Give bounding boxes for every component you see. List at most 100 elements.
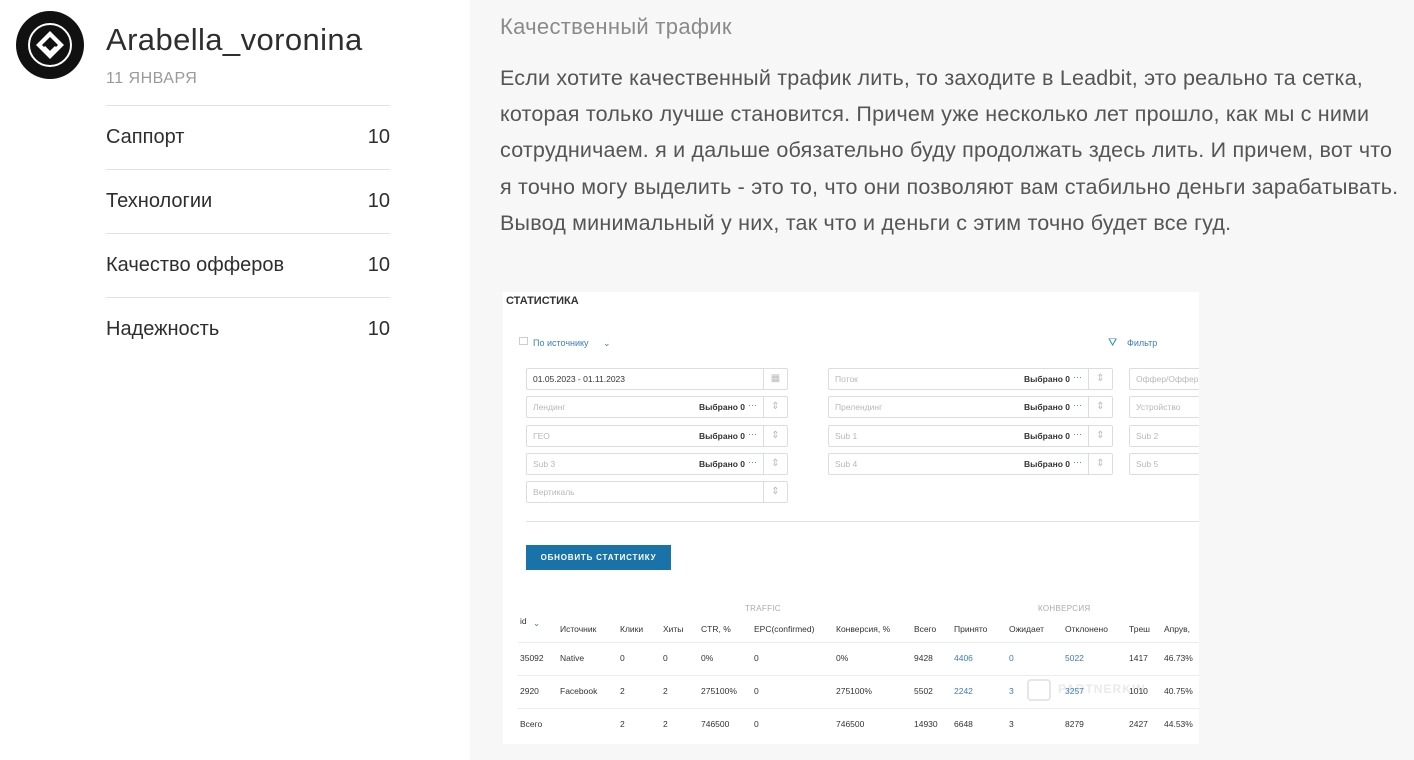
total-cell: 6648 [954, 719, 973, 729]
selected-count: Выбрано 0 [1024, 459, 1070, 469]
spinner-icon: ⇕ [763, 482, 787, 502]
column-header: Треш [1129, 624, 1150, 634]
username[interactable]: Arabella_voronina [106, 22, 363, 58]
calendar-icon: ▦ [763, 369, 787, 389]
rating-label: Качество офферов [106, 254, 285, 276]
sub2-field: Sub 2 [1129, 425, 1199, 447]
rating-value: 10 [367, 318, 390, 340]
field-placeholder: ГЕО [533, 431, 550, 441]
sub5-field: Sub 5 [1129, 453, 1199, 475]
spinner-icon: ⇕ [1088, 426, 1112, 446]
leadbit-logo-icon [28, 23, 72, 67]
rating-row-offer-quality: Качество офферов 10 [106, 233, 390, 297]
table-cell: 4406 [954, 653, 973, 663]
table-cell: 0 [620, 653, 625, 663]
total-cell: 746500 [836, 719, 865, 729]
table-cell: 275100% [836, 686, 872, 696]
total-cell: 44.53% [1164, 719, 1193, 729]
more-icon: ··· [1073, 457, 1082, 467]
total-cell: 14930 [914, 719, 938, 729]
stats-title: СТАТИСТИКА [506, 295, 579, 307]
rating-label: Надежность [106, 318, 220, 340]
more-icon: ··· [1073, 429, 1082, 439]
rating-value: 10 [367, 190, 390, 212]
table-cell: 275100% [701, 686, 737, 696]
review-content: Качественный трафик Если хотите качестве… [470, 0, 1414, 760]
more-icon: ··· [1073, 400, 1082, 410]
avatar[interactable] [16, 11, 84, 79]
table-cell: 5022 [1065, 653, 1084, 663]
table-cell: 9428 [914, 653, 933, 663]
table-cell: 3257 [1065, 686, 1084, 696]
rating-row-technology: Технологии 10 [106, 169, 390, 233]
sub1-field: Sub 1 Выбрано 0 ··· ⇕ [828, 425, 1113, 447]
field-placeholder: Вертикаль [533, 487, 575, 497]
field-placeholder: Устройство [1136, 402, 1181, 412]
conversion-group-header: КОНВЕРСИЯ [1038, 604, 1091, 613]
field-placeholder: Sub 1 [835, 431, 858, 441]
statistics-screenshot[interactable]: СТАТИСТИКА По источнику ⌄ ⛛ Фильтр 01.05… [503, 292, 1199, 744]
date-range-field: 01.05.2023 - 01.11.2023 ▦ [526, 368, 788, 390]
selected-count: Выбрано 0 [1024, 374, 1070, 384]
total-cell: 8279 [1065, 719, 1084, 729]
spinner-icon: ⇕ [1088, 397, 1112, 417]
field-placeholder: Sub 2 [1136, 431, 1159, 441]
total-cell: 3 [1009, 719, 1014, 729]
rating-value: 10 [367, 126, 390, 148]
table-cell: 3 [1009, 686, 1014, 696]
selected-count: Выбрано 0 [1024, 431, 1070, 441]
prelanding-field: Прелендинг Выбрано 0 ··· ⇕ [828, 396, 1113, 418]
ratings-list: Саппорт 10 Технологии 10 Качество офферо… [106, 105, 390, 361]
rating-label: Технологии [106, 190, 213, 212]
filter-icon: ⛛ [1108, 337, 1118, 349]
total-cell: 2427 [1129, 719, 1148, 729]
column-header: Ожидает [1009, 624, 1045, 634]
spinner-icon: ⇕ [763, 397, 787, 417]
rating-row-reliability: Надежность 10 [106, 297, 390, 361]
offer-field: Оффер/Оффер [1129, 368, 1199, 390]
column-header: CTR, % [701, 624, 731, 634]
table-cell: 46.73% [1164, 653, 1193, 663]
group-icon [519, 337, 528, 345]
table-cell: 0% [701, 653, 714, 663]
table-cell: 2242 [954, 686, 973, 696]
reviewer-panel: Arabella_voronina 11 ЯНВАРЯ Саппорт 10 Т… [0, 0, 470, 760]
watermark-logo-icon [1027, 679, 1051, 701]
column-header: EPC(confirmed) [754, 624, 815, 634]
selected-count: Выбрано 0 [1024, 402, 1070, 412]
sub4-field: Sub 4 Выбрано 0 ··· ⇕ [828, 453, 1113, 475]
sort-desc-icon: ⌄ [533, 618, 541, 628]
field-placeholder: Sub 4 [835, 459, 858, 469]
table-cell: 2 [620, 686, 625, 696]
landing-field: Лендинг Выбрано 0 ··· ⇕ [526, 396, 788, 418]
rating-value: 10 [367, 254, 390, 276]
filter-button: Фильтр [1127, 338, 1158, 348]
table-cell: 40.75% [1164, 686, 1193, 696]
spinner-icon: ⇕ [1088, 369, 1112, 389]
rating-label: Саппорт [106, 126, 185, 148]
field-placeholder: Sub 3 [533, 459, 556, 469]
more-icon: ··· [748, 457, 757, 467]
vertical-field: Вертикаль ⇕ [526, 481, 788, 503]
column-header: Апрув, [1164, 624, 1191, 634]
table-cell: Native [560, 653, 585, 663]
column-header: Конверсия, % [836, 624, 891, 634]
row-divider [518, 708, 1199, 709]
selected-count: Выбрано 0 [699, 459, 745, 469]
field-placeholder: Лендинг [533, 402, 566, 412]
column-header: Хиты [663, 624, 684, 634]
divider [526, 521, 1199, 522]
field-placeholder: Прелендинг [835, 402, 883, 412]
column-header: Принято [954, 624, 988, 634]
sub3-field: Sub 3 Выбрано 0 ··· ⇕ [526, 453, 788, 475]
review-date: 11 ЯНВАРЯ [106, 70, 198, 87]
review-body: Если хотите качественный трафик лить, то… [500, 66, 1399, 235]
field-placeholder: Оффер/Оффер [1136, 374, 1199, 384]
spinner-icon: ⇕ [763, 454, 787, 474]
total-cell: 0 [754, 719, 759, 729]
more-icon: ··· [748, 400, 757, 410]
rating-row-support: Саппорт 10 [106, 105, 390, 169]
refresh-stats-button: ОБНОВИТЬ СТАТИСТИКУ [526, 545, 671, 570]
group-by-select: По источнику [533, 338, 589, 348]
date-range-value: 01.05.2023 - 01.11.2023 [533, 374, 626, 384]
